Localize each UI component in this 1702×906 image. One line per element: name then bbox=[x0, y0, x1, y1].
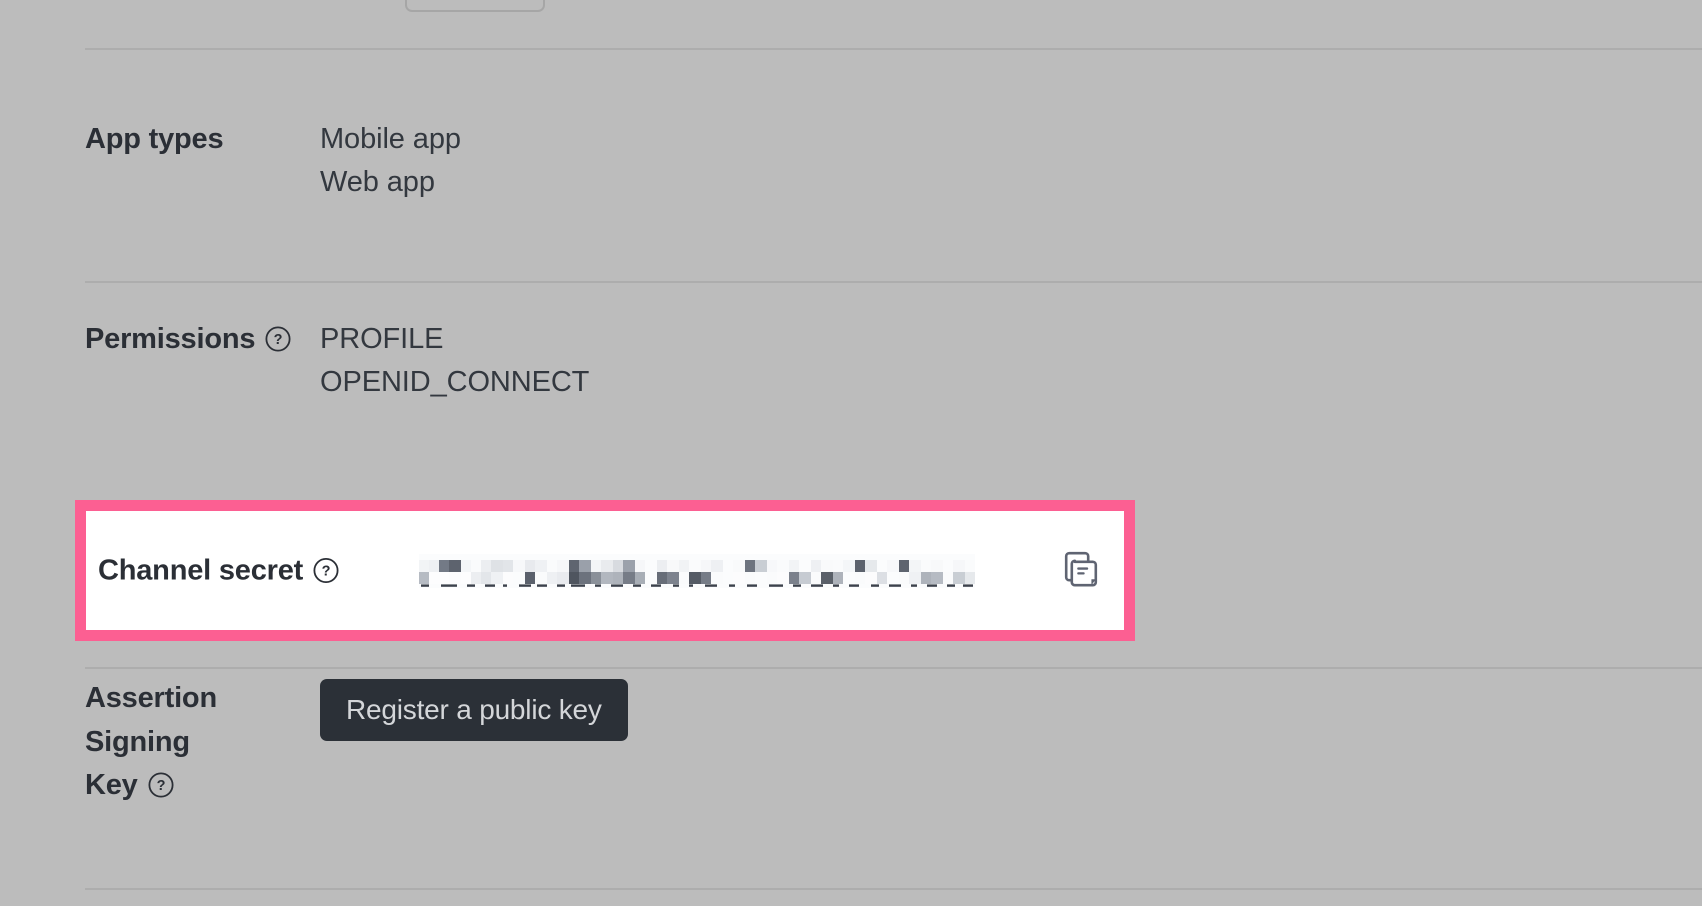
channel-secret-highlight: Channel secret ? bbox=[75, 500, 1135, 641]
channel-secret-value-redacted[interactable] bbox=[419, 553, 975, 588]
svg-text:?: ? bbox=[274, 332, 283, 348]
divider-below-assertion-key bbox=[85, 888, 1702, 890]
app-type-value-web: Web app bbox=[320, 165, 435, 198]
divider-above-permissions bbox=[85, 281, 1702, 283]
assertion-key-label-line-1: Assertion Signing bbox=[85, 682, 217, 758]
register-public-key-button[interactable]: Register a public key bbox=[320, 679, 628, 741]
settings-page: App types Mobile app Web app Permissions… bbox=[0, 0, 1702, 906]
row-label-assertion-signing-key: Assertion Signing Key ? bbox=[0, 677, 320, 808]
help-icon[interactable]: ? bbox=[313, 557, 339, 583]
row-assertion-signing-key: Assertion Signing Key ? Register a publi… bbox=[0, 677, 1702, 808]
copy-icon[interactable] bbox=[1063, 549, 1103, 593]
app-type-value-mobile: Mobile app bbox=[320, 123, 461, 155]
svg-text:?: ? bbox=[322, 563, 331, 579]
row-app-types: App types Mobile app Web app bbox=[0, 118, 1702, 204]
permissions-label-text: Permissions bbox=[85, 323, 256, 355]
row-value-permissions: PROFILE OPENID_CONNECT bbox=[320, 318, 1702, 404]
divider-above-assertion-key bbox=[85, 667, 1702, 669]
divider-above-app-types bbox=[85, 48, 1702, 50]
row-label-app-types: App types bbox=[0, 118, 320, 162]
row-label-channel-secret: Channel secret ? bbox=[98, 554, 339, 587]
permission-value-openid: OPENID_CONNECT bbox=[320, 365, 590, 398]
assertion-key-label-line-2: Key bbox=[85, 769, 138, 801]
row-value-assertion-signing-key: Register a public key bbox=[320, 677, 1702, 741]
row-value-app-types: Mobile app Web app bbox=[320, 118, 1702, 204]
app-types-label-text: App types bbox=[85, 123, 224, 155]
help-icon[interactable]: ? bbox=[265, 326, 291, 352]
row-channel-secret: Channel secret ? bbox=[86, 511, 1124, 630]
row-permissions: Permissions ? PROFILE OPENID_CONNECT bbox=[0, 318, 1702, 404]
clipped-top-control[interactable] bbox=[405, 0, 545, 12]
svg-text:?: ? bbox=[156, 778, 165, 794]
permission-value-profile: PROFILE bbox=[320, 323, 444, 355]
channel-secret-label-text: Channel secret bbox=[98, 554, 304, 586]
row-label-permissions: Permissions ? bbox=[0, 318, 320, 362]
help-icon[interactable]: ? bbox=[148, 772, 174, 798]
